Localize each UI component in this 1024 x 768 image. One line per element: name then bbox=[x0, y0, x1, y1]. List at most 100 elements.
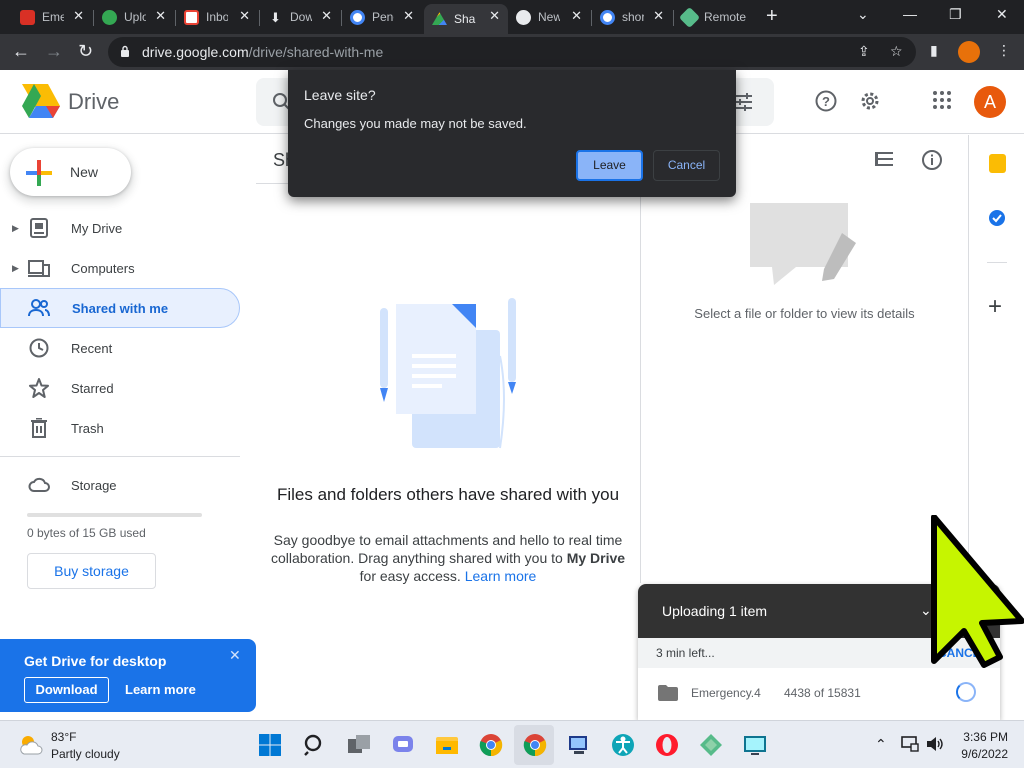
close-icon[interactable]: ✕ bbox=[321, 9, 332, 23]
apps-grid-icon[interactable] bbox=[932, 90, 952, 110]
dialog-message: Changes you made may not be saved. bbox=[304, 116, 527, 131]
remote-desktop-icon[interactable] bbox=[567, 733, 591, 757]
drive-logo-text: Drive bbox=[68, 89, 120, 114]
remote-icon bbox=[678, 6, 701, 28]
menu-dots-icon[interactable]: ⋮ bbox=[997, 42, 1011, 59]
minimize-icon[interactable]: — bbox=[903, 6, 917, 22]
expand-caret-icon[interactable]: ▶ bbox=[12, 223, 19, 234]
sidebar-item-trash[interactable]: Trash bbox=[0, 408, 240, 448]
sidebar-item-my-drive[interactable]: ▶ My Drive bbox=[0, 208, 240, 248]
sidebar-item-storage[interactable]: Storage bbox=[0, 465, 240, 505]
browser-tab[interactable]: New Tab ✕ bbox=[508, 4, 590, 30]
browser-tab[interactable]: Upload ✕ bbox=[94, 4, 174, 30]
tab-search-icon[interactable]: ⌄ bbox=[857, 6, 869, 23]
windows-start-icon[interactable] bbox=[258, 733, 282, 757]
back-icon[interactable]: ← bbox=[12, 40, 30, 62]
close-icon[interactable]: ✕ bbox=[155, 9, 166, 23]
download-button[interactable]: Download bbox=[24, 677, 109, 703]
close-icon[interactable]: ✕ bbox=[403, 9, 414, 23]
buy-storage-button[interactable]: Buy storage bbox=[27, 553, 156, 589]
file-explorer-icon[interactable] bbox=[435, 733, 459, 757]
info-icon[interactable] bbox=[922, 150, 942, 170]
browser-toolbar: ← → ↻ drive.google.com/drive/shared-with… bbox=[0, 34, 1024, 70]
share-icon[interactable]: ⇪ bbox=[858, 43, 870, 60]
accessibility-app-icon[interactable] bbox=[611, 733, 635, 757]
leave-button[interactable]: Leave bbox=[576, 150, 643, 181]
account-avatar[interactable]: A bbox=[974, 86, 1006, 118]
add-addon-icon[interactable]: + bbox=[988, 295, 1002, 319]
address-bar[interactable]: drive.google.com/drive/shared-with-me ⇪ … bbox=[108, 37, 916, 67]
storage-usage-bar bbox=[27, 513, 202, 517]
trash-icon bbox=[31, 418, 47, 438]
chrome-active-icon[interactable] bbox=[523, 733, 547, 757]
browser-tab[interactable]: Pending ✕ bbox=[342, 4, 422, 30]
tray-overflow-icon[interactable]: ⌃ bbox=[875, 736, 887, 753]
partly-cloudy-icon[interactable] bbox=[18, 734, 44, 756]
my-drive-icon bbox=[30, 218, 48, 238]
bookmark-star-icon[interactable]: ☆ bbox=[890, 43, 903, 60]
tab-title: Remote bbox=[704, 10, 746, 24]
restore-icon[interactable]: ❐ bbox=[949, 6, 962, 23]
tasks-icon[interactable] bbox=[988, 209, 1006, 227]
settings-gear-icon[interactable] bbox=[859, 90, 881, 112]
drive-logo-icon[interactable] bbox=[22, 84, 60, 118]
search-options-icon[interactable] bbox=[734, 92, 754, 112]
upload-item-row[interactable]: Emergency.4 4438 of 15831 bbox=[638, 668, 1000, 720]
keep-icon[interactable] bbox=[989, 154, 1006, 173]
teams-chat-icon[interactable] bbox=[391, 733, 415, 757]
learn-more-link[interactable]: Learn more bbox=[465, 568, 537, 584]
browser-tab[interactable]: Remote bbox=[674, 4, 756, 30]
help-icon[interactable]: ? bbox=[815, 90, 837, 112]
mouse-pointer-icon bbox=[931, 515, 1024, 668]
learn-more-link[interactable]: Learn more bbox=[125, 682, 196, 697]
download-icon: ⬇ bbox=[270, 9, 281, 25]
clock-date[interactable]: 9/6/2022 bbox=[958, 747, 1008, 761]
browser-tab[interactable]: Inbox ✕ bbox=[176, 4, 258, 30]
volume-icon[interactable] bbox=[926, 736, 944, 752]
browser-tab[interactable]: Emergency ✕ bbox=[12, 4, 92, 30]
svg-text:?: ? bbox=[822, 94, 830, 109]
close-icon[interactable]: ✕ bbox=[571, 9, 582, 23]
windows-taskbar: 83°F Partly cloudy ⌃ 3:36 PM 9/6/2022 bbox=[0, 720, 1024, 768]
opera-icon[interactable] bbox=[655, 733, 679, 757]
clock-time[interactable]: 3:36 PM bbox=[958, 730, 1008, 744]
close-icon[interactable]: ✕ bbox=[73, 9, 84, 23]
task-view-icon[interactable] bbox=[347, 733, 371, 757]
rdp-connection-icon[interactable] bbox=[743, 733, 767, 757]
forward-icon[interactable]: → bbox=[45, 40, 63, 62]
new-tab-button[interactable]: + bbox=[766, 6, 778, 26]
gmail-icon bbox=[184, 9, 199, 25]
window-close-icon[interactable]: ✕ bbox=[996, 6, 1008, 23]
url-text: drive.google.com/drive/shared-with-me bbox=[142, 44, 384, 60]
search-icon[interactable] bbox=[303, 733, 327, 757]
dialog-title: Leave site? bbox=[304, 87, 376, 103]
list-view-icon[interactable] bbox=[874, 150, 894, 168]
sidebar-item-starred[interactable]: Starred bbox=[0, 368, 240, 408]
close-icon[interactable]: ✕ bbox=[489, 9, 500, 23]
clock-icon bbox=[29, 338, 49, 358]
reload-icon[interactable]: ↻ bbox=[78, 40, 93, 62]
browser-tab[interactable]: ⬇ Downloads ✕ bbox=[260, 4, 340, 30]
details-illustration-icon bbox=[750, 203, 856, 285]
new-button[interactable]: New bbox=[10, 148, 131, 196]
sidebar-item-recent[interactable]: Recent bbox=[0, 328, 240, 368]
profile-avatar[interactable] bbox=[958, 41, 980, 63]
close-icon[interactable]: ✕ bbox=[239, 9, 250, 23]
star-icon bbox=[29, 378, 49, 398]
cancel-button[interactable]: Cancel bbox=[653, 150, 720, 181]
browser-tab-active[interactable]: Shared ✕ bbox=[424, 4, 508, 34]
tab-title: shortcuts bbox=[622, 10, 644, 24]
close-icon[interactable]: ✕ bbox=[653, 9, 664, 23]
details-empty-text: Select a file or folder to view its deta… bbox=[694, 306, 915, 321]
chrome-remote-icon[interactable] bbox=[699, 733, 723, 757]
weather-condition: Partly cloudy bbox=[51, 747, 120, 761]
sidebar-item-shared-with-me[interactable]: Shared with me bbox=[0, 288, 240, 328]
network-icon[interactable] bbox=[901, 736, 919, 752]
sidebar-item-computers[interactable]: ▶ Computers bbox=[0, 248, 240, 288]
sidebar-item-label: Shared with me bbox=[72, 301, 169, 316]
expand-caret-icon[interactable]: ▶ bbox=[12, 263, 19, 274]
side-panel-icon[interactable]: ▮ bbox=[930, 42, 938, 59]
browser-tab[interactable]: shortcuts ✕ bbox=[592, 4, 672, 30]
close-icon[interactable]: ✕ bbox=[229, 647, 241, 664]
chrome-icon[interactable] bbox=[479, 733, 503, 757]
